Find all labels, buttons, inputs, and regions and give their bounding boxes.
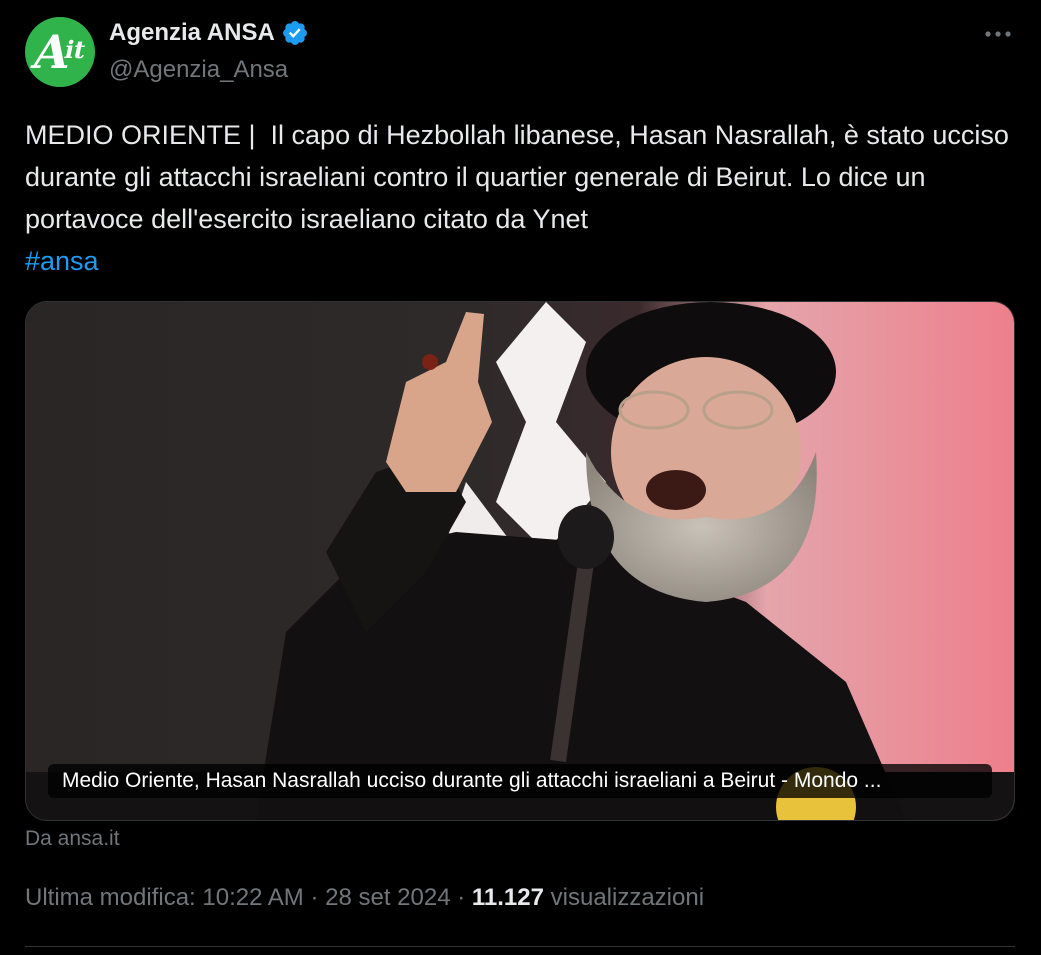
views-label: visualizzazioni — [543, 884, 705, 911]
card-source[interactable]: Da ansa.it — [25, 827, 120, 851]
tweet-meta: Ultima modifica: 10:22 AM · 28 set 2024 … — [25, 884, 704, 912]
link-card[interactable]: Medio Oriente, Hasan Nasrallah ucciso du… — [25, 301, 1015, 821]
edit-timestamp[interactable]: Ultima modifica: 10:22 AM · 28 set 2024 … — [25, 884, 472, 911]
divider — [25, 946, 1015, 947]
tweet-text: MEDIO ORIENTE | Il capo di Hezbollah lib… — [25, 114, 1015, 282]
views-count: 11.127 — [471, 884, 544, 911]
more-options-icon[interactable] — [984, 24, 1012, 44]
card-photo — [26, 302, 1014, 820]
hashtag-link[interactable]: #ansa — [25, 246, 99, 276]
author-display-name[interactable]: Agenzia ANSA — [109, 19, 275, 47]
card-caption: Medio Oriente, Hasan Nasrallah ucciso du… — [48, 764, 992, 798]
author-handle[interactable]: @Agenzia_Ansa — [109, 56, 288, 84]
verified-badge-icon — [282, 21, 307, 45]
avatar[interactable]: A it — [25, 17, 95, 87]
author-name-row: Agenzia ANSA — [109, 19, 309, 47]
avatar-logo-mark: A — [28, 25, 70, 79]
tweet-body: MEDIO ORIENTE | Il capo di Hezbollah lib… — [25, 120, 1017, 234]
